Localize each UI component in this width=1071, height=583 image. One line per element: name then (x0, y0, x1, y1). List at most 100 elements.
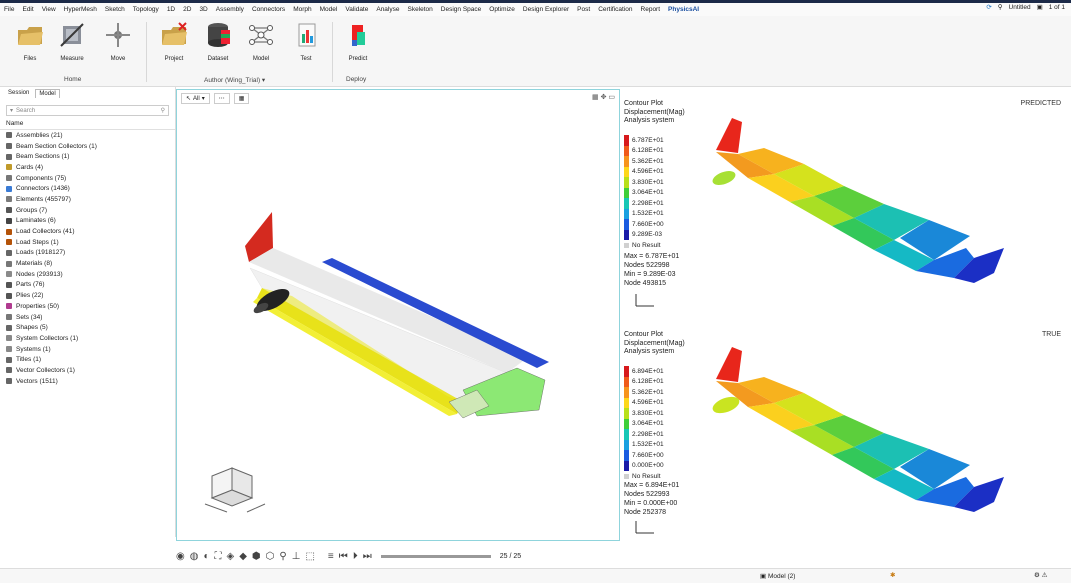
model-status[interactable]: ▣ Model (2) (760, 572, 795, 580)
predicted-wing-contour[interactable] (704, 108, 1064, 298)
menu-model[interactable]: Model (316, 6, 342, 13)
tree-item[interactable]: System Collectors (1) (0, 333, 175, 344)
legend-value: 4.596E+01 (632, 168, 664, 176)
tree-item[interactable]: Load Steps (1) (0, 237, 175, 248)
true-wing-contour[interactable] (704, 337, 1064, 527)
tree-item[interactable]: Laminates (6) (0, 216, 175, 227)
tab-session[interactable]: Session (8, 90, 29, 96)
entity-icon (6, 367, 12, 374)
menu-design-space[interactable]: Design Space (437, 6, 485, 13)
tree-item[interactable]: Loads (1918127) (0, 248, 175, 259)
tree-item[interactable]: Parts (76) (0, 280, 175, 291)
menu-post[interactable]: Post (573, 6, 594, 13)
tree-item[interactable]: Beam Sections (1) (0, 151, 175, 162)
tree-item[interactable]: Properties (50) (0, 301, 175, 312)
tree-item[interactable]: Vectors (1511) (0, 376, 175, 387)
tree-item[interactable]: Vector Collectors (1) (0, 365, 175, 376)
menu-file[interactable]: File (0, 6, 18, 13)
tree-item[interactable]: Cards (4) (0, 162, 175, 173)
tree-item[interactable]: Materials (8) (0, 258, 175, 269)
legend-row: 3.064E+01 (624, 418, 664, 429)
contour-panel-true[interactable]: Contour Plot Displacement(Mag) Analysis … (624, 331, 1071, 561)
screenshot-icon[interactable]: ⬚ (305, 551, 314, 562)
mask-icon[interactable]: ◆ (239, 551, 247, 562)
tree-item[interactable]: Groups (7) (0, 205, 175, 216)
frame-slider[interactable] (380, 554, 491, 558)
menu-3d[interactable]: 3D (195, 6, 211, 13)
model-tool[interactable]: Model (241, 20, 281, 62)
window-icon[interactable]: ▣ (1037, 3, 1043, 11)
menu-report[interactable]: Report (637, 6, 665, 13)
tree-item[interactable]: Plies (22) (0, 290, 175, 301)
tree-item-label: Beam Sections (1) (16, 153, 70, 161)
section-icon[interactable]: ⬢ (252, 551, 261, 562)
search-icon[interactable]: ⚲ (998, 3, 1003, 11)
search-input[interactable]: ▾ Search ⚲ (6, 105, 169, 116)
menu-1d[interactable]: 1D (163, 6, 179, 13)
menu-physicsai[interactable]: PhysicsAI (664, 6, 703, 13)
menu-connectors[interactable]: Connectors (248, 6, 289, 13)
menu-hypermesh[interactable]: HyperMesh (60, 6, 101, 13)
project-tool[interactable]: Project (154, 20, 194, 62)
tree-item[interactable]: Shapes (5) (0, 322, 175, 333)
measure-tool[interactable]: Measure (52, 20, 92, 62)
legend-value: 0.000E+00 (632, 462, 664, 470)
graphics-viewport[interactable]: ↖ All ▾ ⋯ ▦ ▦ ✥ ▭ (176, 89, 620, 541)
zoom-icon[interactable]: ◐ (203, 551, 209, 562)
menu-sketch[interactable]: Sketch (101, 6, 129, 13)
play-icon[interactable]: ⏵ (353, 551, 358, 562)
session-name[interactable]: Untitled (1009, 4, 1031, 11)
measure-icon[interactable]: ⬡ (266, 551, 275, 562)
fit-icon[interactable]: ⛶ (215, 551, 222, 562)
sync-icon[interactable]: ⟳ (986, 3, 991, 11)
menu-icon[interactable]: ≡ (328, 551, 334, 562)
menu-view[interactable]: View (38, 6, 60, 13)
tree-item[interactable]: Beam Section Collectors (1) (0, 141, 175, 152)
test-tool[interactable]: Test (286, 20, 326, 62)
predict-tool[interactable]: Predict (338, 20, 378, 62)
search-icon[interactable]: ⚲ (161, 107, 165, 114)
settings-icon[interactable]: ⚙ ⚠ (1034, 571, 1047, 579)
menu-validate[interactable]: Validate (341, 6, 372, 13)
legend-row: 2.298E+01 (624, 198, 664, 209)
menu-morph[interactable]: Morph (289, 6, 315, 13)
move-tool[interactable]: Move (98, 20, 138, 62)
tree-item[interactable]: Elements (455797) (0, 194, 175, 205)
menu-edit[interactable]: Edit (18, 6, 37, 13)
tree-item[interactable]: Systems (1) (0, 344, 175, 355)
bug-icon[interactable]: ✱ (890, 571, 895, 579)
tree-item[interactable]: Assemblies (21) (0, 130, 175, 141)
group-author[interactable]: Author (Wing_Trial) ▾ (204, 76, 265, 84)
files-tool[interactable]: Files (10, 20, 50, 62)
legend-value: No Result (632, 241, 661, 249)
tree-item[interactable]: Nodes (293913) (0, 269, 175, 280)
dataset-tool[interactable]: Dataset (198, 20, 238, 62)
menu-right: ⟳ ⚲ Untitled ▣ 1 of 1 (986, 3, 1065, 12)
legend-swatch (624, 156, 629, 167)
tree-item-label: Connectors (1436) (16, 185, 70, 193)
tree-item[interactable]: Sets (34) (0, 312, 175, 323)
menu-2d[interactable]: 2D (179, 6, 195, 13)
menu-certification[interactable]: Certification (594, 6, 636, 13)
contour-panel-predicted[interactable]: Contour Plot Displacement(Mag) Analysis … (624, 100, 1071, 330)
query-icon[interactable]: ⚲ (279, 551, 286, 562)
filter-icon[interactable]: ▾ (10, 107, 13, 114)
view-cube-icon[interactable] (197, 460, 277, 520)
display-icon[interactable]: ◈ (227, 551, 235, 562)
rotate-icon[interactable]: ◉ (176, 551, 185, 562)
axis-icon[interactable]: ⊥ (292, 551, 301, 562)
menu-optimize[interactable]: Optimize (485, 6, 519, 13)
tree-item[interactable]: Connectors (1436) (0, 183, 175, 194)
menu-assembly[interactable]: Assembly (212, 6, 248, 13)
tab-model[interactable]: Model (35, 88, 60, 98)
pan-icon[interactable]: ◍ (190, 551, 199, 562)
menu-design-explorer[interactable]: Design Explorer (519, 6, 573, 13)
tree-item[interactable]: Load Collectors (41) (0, 226, 175, 237)
menu-analyse[interactable]: Analyse (372, 6, 403, 13)
menu-skeleton[interactable]: Skeleton (403, 6, 436, 13)
tree-item[interactable]: Titles (1) (0, 354, 175, 365)
menu-topology[interactable]: Topology (129, 6, 163, 13)
skip-back-icon[interactable]: ⏮ (339, 551, 348, 562)
tree-item[interactable]: Components (75) (0, 173, 175, 184)
skip-forward-icon[interactable]: ⏭ (363, 551, 372, 562)
